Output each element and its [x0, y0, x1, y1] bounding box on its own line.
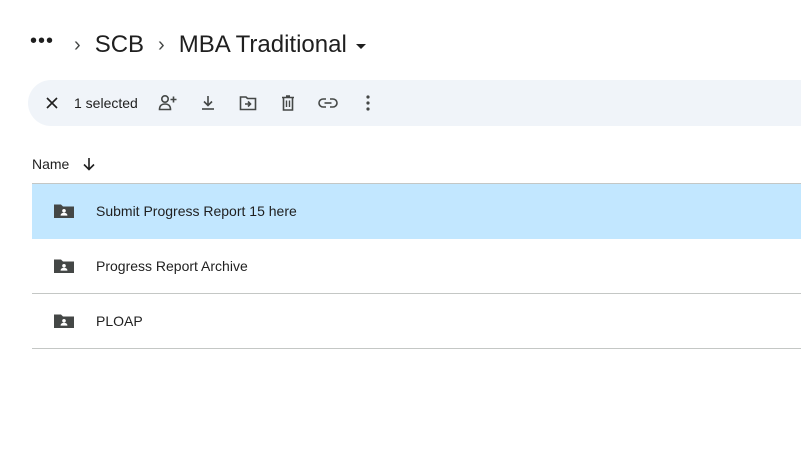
file-name: PLOAP	[96, 313, 143, 329]
list-item[interactable]: Progress Report Archive	[32, 239, 801, 294]
clear-selection-button[interactable]	[38, 89, 66, 117]
file-name: Progress Report Archive	[96, 258, 248, 274]
move-button[interactable]	[234, 89, 262, 117]
download-button[interactable]	[194, 89, 222, 117]
file-list: Submit Progress Report 15 here Progress …	[32, 183, 801, 349]
breadcrumb-current-folder[interactable]: MBA Traditional	[179, 31, 366, 59]
close-icon	[46, 97, 58, 109]
shared-folder-icon	[53, 258, 75, 274]
link-icon	[318, 98, 338, 108]
breadcrumb: ••• › SCB › MBA Traditional	[28, 26, 366, 64]
list-item[interactable]: Submit Progress Report 15 here	[32, 184, 801, 239]
more-vert-icon	[366, 95, 370, 111]
selection-toolbar: 1 selected	[28, 80, 801, 126]
selected-count: 1 selected	[74, 95, 138, 111]
delete-button[interactable]	[274, 89, 302, 117]
breadcrumb-more-button[interactable]: •••	[28, 30, 60, 53]
shared-folder-icon	[53, 313, 75, 329]
list-item[interactable]: PLOAP	[32, 294, 801, 349]
move-icon	[239, 96, 257, 111]
more-actions-button[interactable]	[354, 89, 382, 117]
arrow-down-icon	[83, 158, 95, 171]
shared-folder-icon	[53, 203, 75, 219]
sort-direction-button[interactable]	[83, 157, 95, 171]
caret-down-icon	[355, 43, 366, 49]
download-icon	[201, 96, 214, 110]
file-name: Submit Progress Report 15 here	[96, 203, 297, 219]
share-icon	[158, 94, 177, 111]
copy-link-button[interactable]	[314, 89, 342, 117]
list-header: Name	[32, 146, 95, 182]
share-button[interactable]	[154, 89, 182, 117]
breadcrumb-separator: ›	[74, 33, 81, 56]
breadcrumb-item-scb[interactable]: SCB	[95, 31, 144, 59]
breadcrumb-separator: ›	[158, 33, 165, 56]
trash-icon	[281, 95, 294, 111]
current-folder-label: MBA Traditional	[178, 31, 347, 58]
column-header-name[interactable]: Name	[32, 156, 69, 172]
